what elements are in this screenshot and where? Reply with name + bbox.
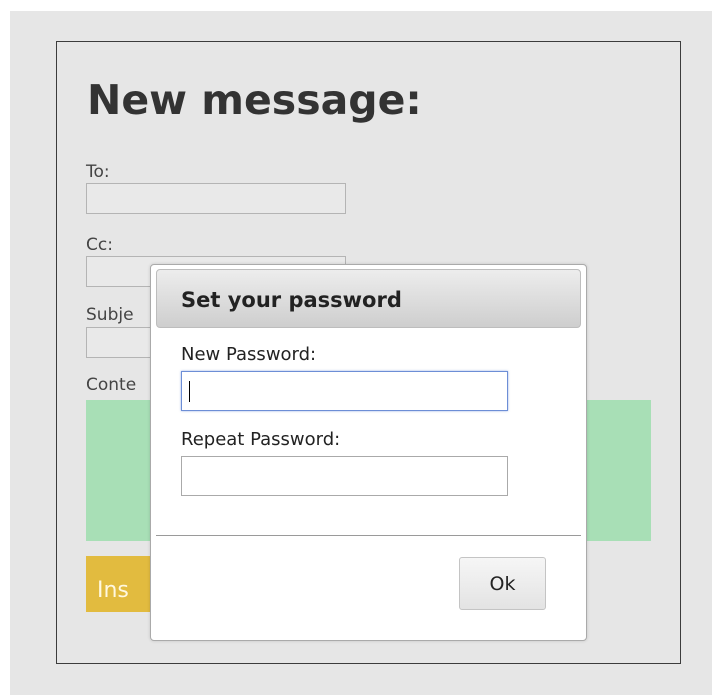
cc-label: Cc:: [86, 235, 113, 255]
new-password-input[interactable]: [181, 371, 508, 411]
dialog-title: Set your password: [181, 288, 402, 312]
text-caret: [189, 381, 190, 402]
page-title: New message:: [87, 76, 422, 124]
to-input[interactable]: [86, 183, 346, 214]
to-label: To:: [86, 162, 110, 182]
dialog-divider: [156, 535, 581, 536]
new-password-label: New Password:: [181, 344, 317, 365]
subject-label: Subje: [86, 305, 134, 325]
content-label: Conte: [86, 375, 137, 395]
repeat-password-input[interactable]: [181, 456, 508, 496]
dialog-titlebar[interactable]: Set your password: [156, 269, 581, 328]
repeat-password-label: Repeat Password:: [181, 429, 341, 450]
ok-button[interactable]: Ok: [459, 557, 546, 610]
set-password-dialog: Set your password New Password: Repeat P…: [150, 264, 587, 641]
